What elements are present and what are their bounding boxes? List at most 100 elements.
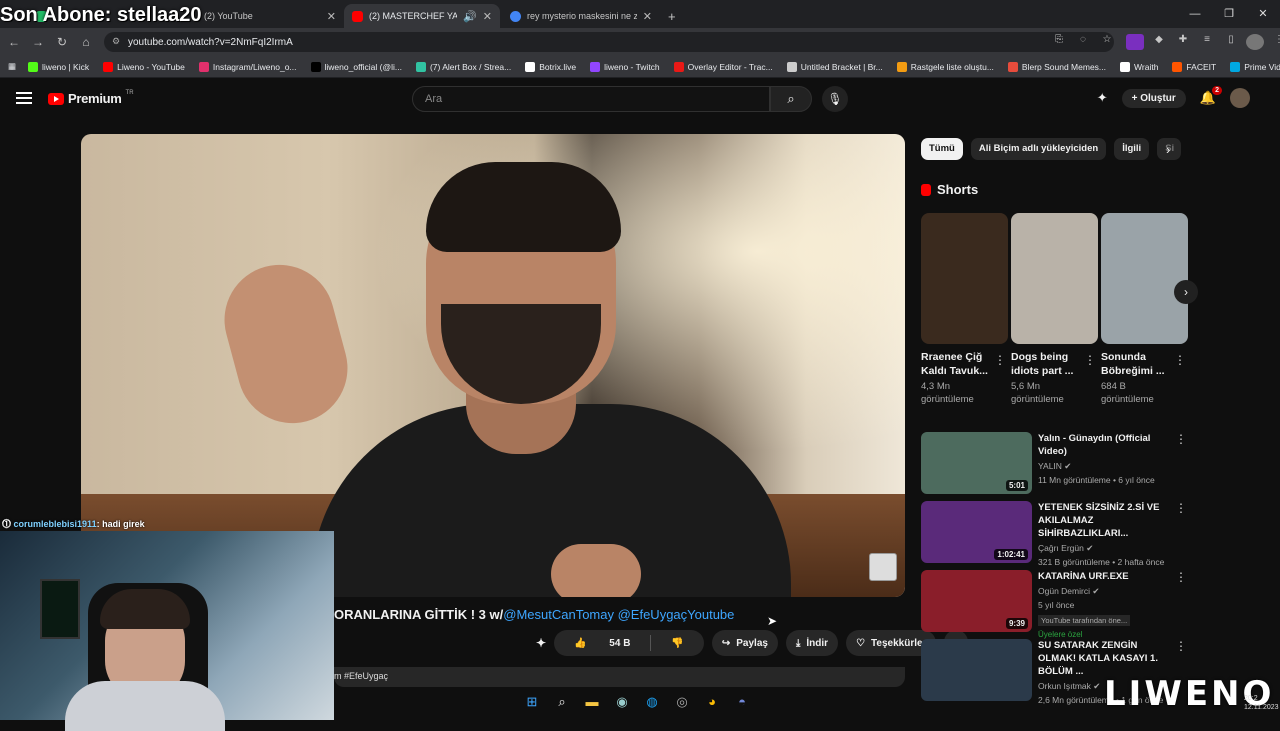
bookmark-star-icon[interactable]: ☆	[1098, 34, 1116, 50]
close-icon[interactable]: ✕	[327, 10, 336, 23]
cast-icon[interactable]: ⎘	[1050, 34, 1068, 50]
back-icon[interactable]: ←	[2, 35, 26, 49]
video-title[interactable]: Yalın - Günaydın (Official Video)	[1038, 432, 1178, 458]
chevron-right-icon[interactable]: ›	[1166, 142, 1170, 157]
download-button[interactable]: ⤓ İndir	[785, 630, 839, 656]
channel-watermark[interactable]	[869, 553, 897, 581]
discord-icon[interactable]: ◓	[730, 690, 754, 714]
reload-icon[interactable]: ↻	[50, 35, 74, 49]
chip-0[interactable]: Tümü	[921, 138, 963, 160]
minimize-icon[interactable]: —	[1178, 0, 1212, 28]
video-thumbnail[interactable]: 1:02:41	[921, 501, 1032, 563]
bookmark-item[interactable]: Wraith	[1120, 61, 1158, 72]
more-vertical-icon[interactable]: ⋮	[1175, 639, 1187, 653]
bookmark-item[interactable]: Prime Video	[1230, 61, 1280, 72]
tab-youtube[interactable]: (2) YouTube ✕	[196, 4, 344, 28]
extension-icon[interactable]: ✦	[1097, 90, 1108, 106]
youtube-logo[interactable]: Premium TR	[48, 90, 134, 106]
short-thumbnail[interactable]	[921, 213, 1008, 344]
related-video[interactable]: 1:02:41 YETENEK SİZSİNİZ 2.Sİ VE AKILALMA…	[921, 501, 1193, 567]
close-window-icon[interactable]: ✕	[1246, 0, 1280, 28]
steam-icon[interactable]: ◉	[610, 690, 634, 714]
related-video[interactable]: 5:01 Yalın - Günaydın (Official Video) YAL…	[921, 432, 1193, 494]
close-icon[interactable]: ✕	[483, 10, 492, 23]
short-title[interactable]: Dogs being idiots part ...	[1011, 350, 1081, 378]
video-thumbnail[interactable]: 5:01	[921, 432, 1032, 494]
extension-icon[interactable]	[1126, 34, 1144, 50]
more-vertical-icon[interactable]: ⋮	[1175, 501, 1187, 515]
chip-2[interactable]: İlgili	[1114, 138, 1150, 160]
search-icon[interactable]: ⌕	[550, 690, 574, 714]
speaker-icon[interactable]: 🔊	[463, 10, 477, 23]
more-vertical-icon[interactable]: ⋮	[1084, 353, 1096, 367]
video-player[interactable]	[81, 134, 905, 597]
short-title[interactable]: Sonunda Böbreğimi ...	[1101, 350, 1171, 378]
avatar[interactable]	[1230, 88, 1250, 108]
short-item[interactable]: Dogs being idiots part ... 5,6 Mn görüntü…	[1011, 213, 1098, 406]
menu-kebab-icon[interactable]: ⋮	[1270, 34, 1280, 50]
windows-start-icon[interactable]: ⊞	[520, 690, 544, 714]
bookmark-item[interactable]: liweno - Twitch	[590, 61, 660, 72]
notifications-button[interactable]: 🔔 2	[1200, 86, 1222, 106]
bookmark-item[interactable]: Blerp Sound Memes...	[1007, 61, 1106, 72]
new-tab-button[interactable]: +	[660, 4, 684, 28]
bookmark-item[interactable]: Overlay Editor - Trac...	[673, 61, 773, 72]
bookmark-item[interactable]: Rastgele liste oluştu...	[896, 61, 994, 72]
related-video[interactable]: 9:39 KATARİNA URF.EXE Ogün Demirci ✔ 5 yıl …	[921, 570, 1193, 639]
site-info-icon[interactable]: ⚙	[112, 36, 120, 47]
extension-icon[interactable]: ◆	[1150, 34, 1168, 50]
bookmark-item[interactable]: Botrix.live	[525, 61, 576, 72]
puzzle-icon[interactable]: ✚	[1174, 34, 1192, 50]
short-thumbnail[interactable]	[1101, 213, 1188, 344]
voice-search-button[interactable]: 🎙	[822, 86, 848, 112]
bookmark-item[interactable]: liweno | Kick	[28, 61, 89, 72]
more-vertical-icon[interactable]: ⋮	[1174, 353, 1186, 367]
tab-masterchef[interactable]: (2) MASTERCHEF YARIŞMA 🔊 ✕	[344, 4, 500, 28]
more-vertical-icon[interactable]: ⋮	[994, 353, 1006, 367]
restore-icon[interactable]: ❐	[1212, 0, 1246, 28]
profile-avatar-icon[interactable]	[1246, 34, 1264, 50]
bookmark-item[interactable]: liweno_official (@li...	[310, 61, 402, 72]
bookmark-item[interactable]: FACEIT	[1172, 61, 1216, 72]
short-item[interactable]: Sonunda Böbreğimi ... 684 B görüntüleme ⋮	[1101, 213, 1188, 406]
search-input[interactable]: Ara	[412, 86, 770, 112]
channel-name[interactable]: Çağrı Ergün ✔	[1038, 543, 1178, 554]
video-title[interactable]: SU SATARAK ZENGİN OLMAK! KATLA KASAYI 1.…	[1038, 639, 1178, 678]
description-box[interactable]: m #EfeUygaç	[334, 667, 905, 687]
short-title[interactable]: Rraenee Çiğ Kaldı Tavuk...	[921, 350, 991, 378]
bookmark-item[interactable]: Untitled Bracket | Br...	[786, 61, 883, 72]
playlist-icon[interactable]: ≡	[1198, 34, 1216, 50]
chrome-icon[interactable]: ◕	[700, 690, 724, 714]
video-thumbnail[interactable]	[921, 639, 1032, 701]
video-title-mentions[interactable]: @MesutCanTomay @EfeUygaçYoutube	[503, 607, 734, 622]
close-icon[interactable]: ✕	[643, 10, 652, 23]
bookmark-item[interactable]: Liweno - YouTube	[103, 61, 185, 72]
forward-icon[interactable]: →	[26, 35, 50, 49]
bookmark-item[interactable]: (7) Alert Box / Strea...	[415, 61, 511, 72]
channel-name[interactable]: YALIN ✔	[1038, 461, 1178, 472]
more-vertical-icon[interactable]: ⋮	[1175, 432, 1187, 446]
chip-1[interactable]: Ali Biçim adlı yükleyiciden	[970, 138, 1107, 160]
home-icon[interactable]: ⌂	[74, 35, 98, 49]
channel-name[interactable]: Ogün Demirci ✔	[1038, 586, 1178, 597]
edge-icon[interactable]: ◍	[640, 690, 664, 714]
search-button[interactable]: ⌕	[770, 86, 812, 112]
video-title[interactable]: KATARİNA URF.EXE	[1038, 570, 1178, 583]
video-thumbnail[interactable]: 9:39	[921, 570, 1032, 632]
split-icon[interactable]: ▯	[1222, 34, 1240, 50]
create-button[interactable]: + Oluştur	[1121, 88, 1186, 108]
tab-rey-mysterio[interactable]: rey mysterio maskesini ne zama ✕	[502, 4, 660, 28]
bookmark-item[interactable]: Instagram/Liweno_o...	[198, 61, 297, 72]
more-vertical-icon[interactable]: ⋮	[1175, 570, 1187, 584]
short-thumbnail[interactable]	[1011, 213, 1098, 344]
extension-icon[interactable]: ✦	[536, 636, 546, 650]
address-bar[interactable]: ⚙ youtube.com/watch?v=2NmFqI2IrmA	[104, 32, 1114, 52]
video-title[interactable]: YETENEK SİZSİNİZ 2.Sİ VE AKILALMAZ SİHİR…	[1038, 501, 1178, 540]
share-button[interactable]: ↪ Paylaş	[711, 630, 778, 656]
eye-off-icon[interactable]: ◌	[1074, 34, 1092, 50]
short-item[interactable]: Rraenee Çiğ Kaldı Tavuk... 4,3 Mn görüntü…	[921, 213, 1008, 406]
file-explorer-icon[interactable]: ▬	[580, 690, 604, 714]
shorts-next-button[interactable]: ›	[1174, 280, 1198, 304]
dislike-button[interactable]: 👎	[651, 638, 703, 649]
apps-grid-icon[interactable]: ▦	[8, 61, 16, 72]
